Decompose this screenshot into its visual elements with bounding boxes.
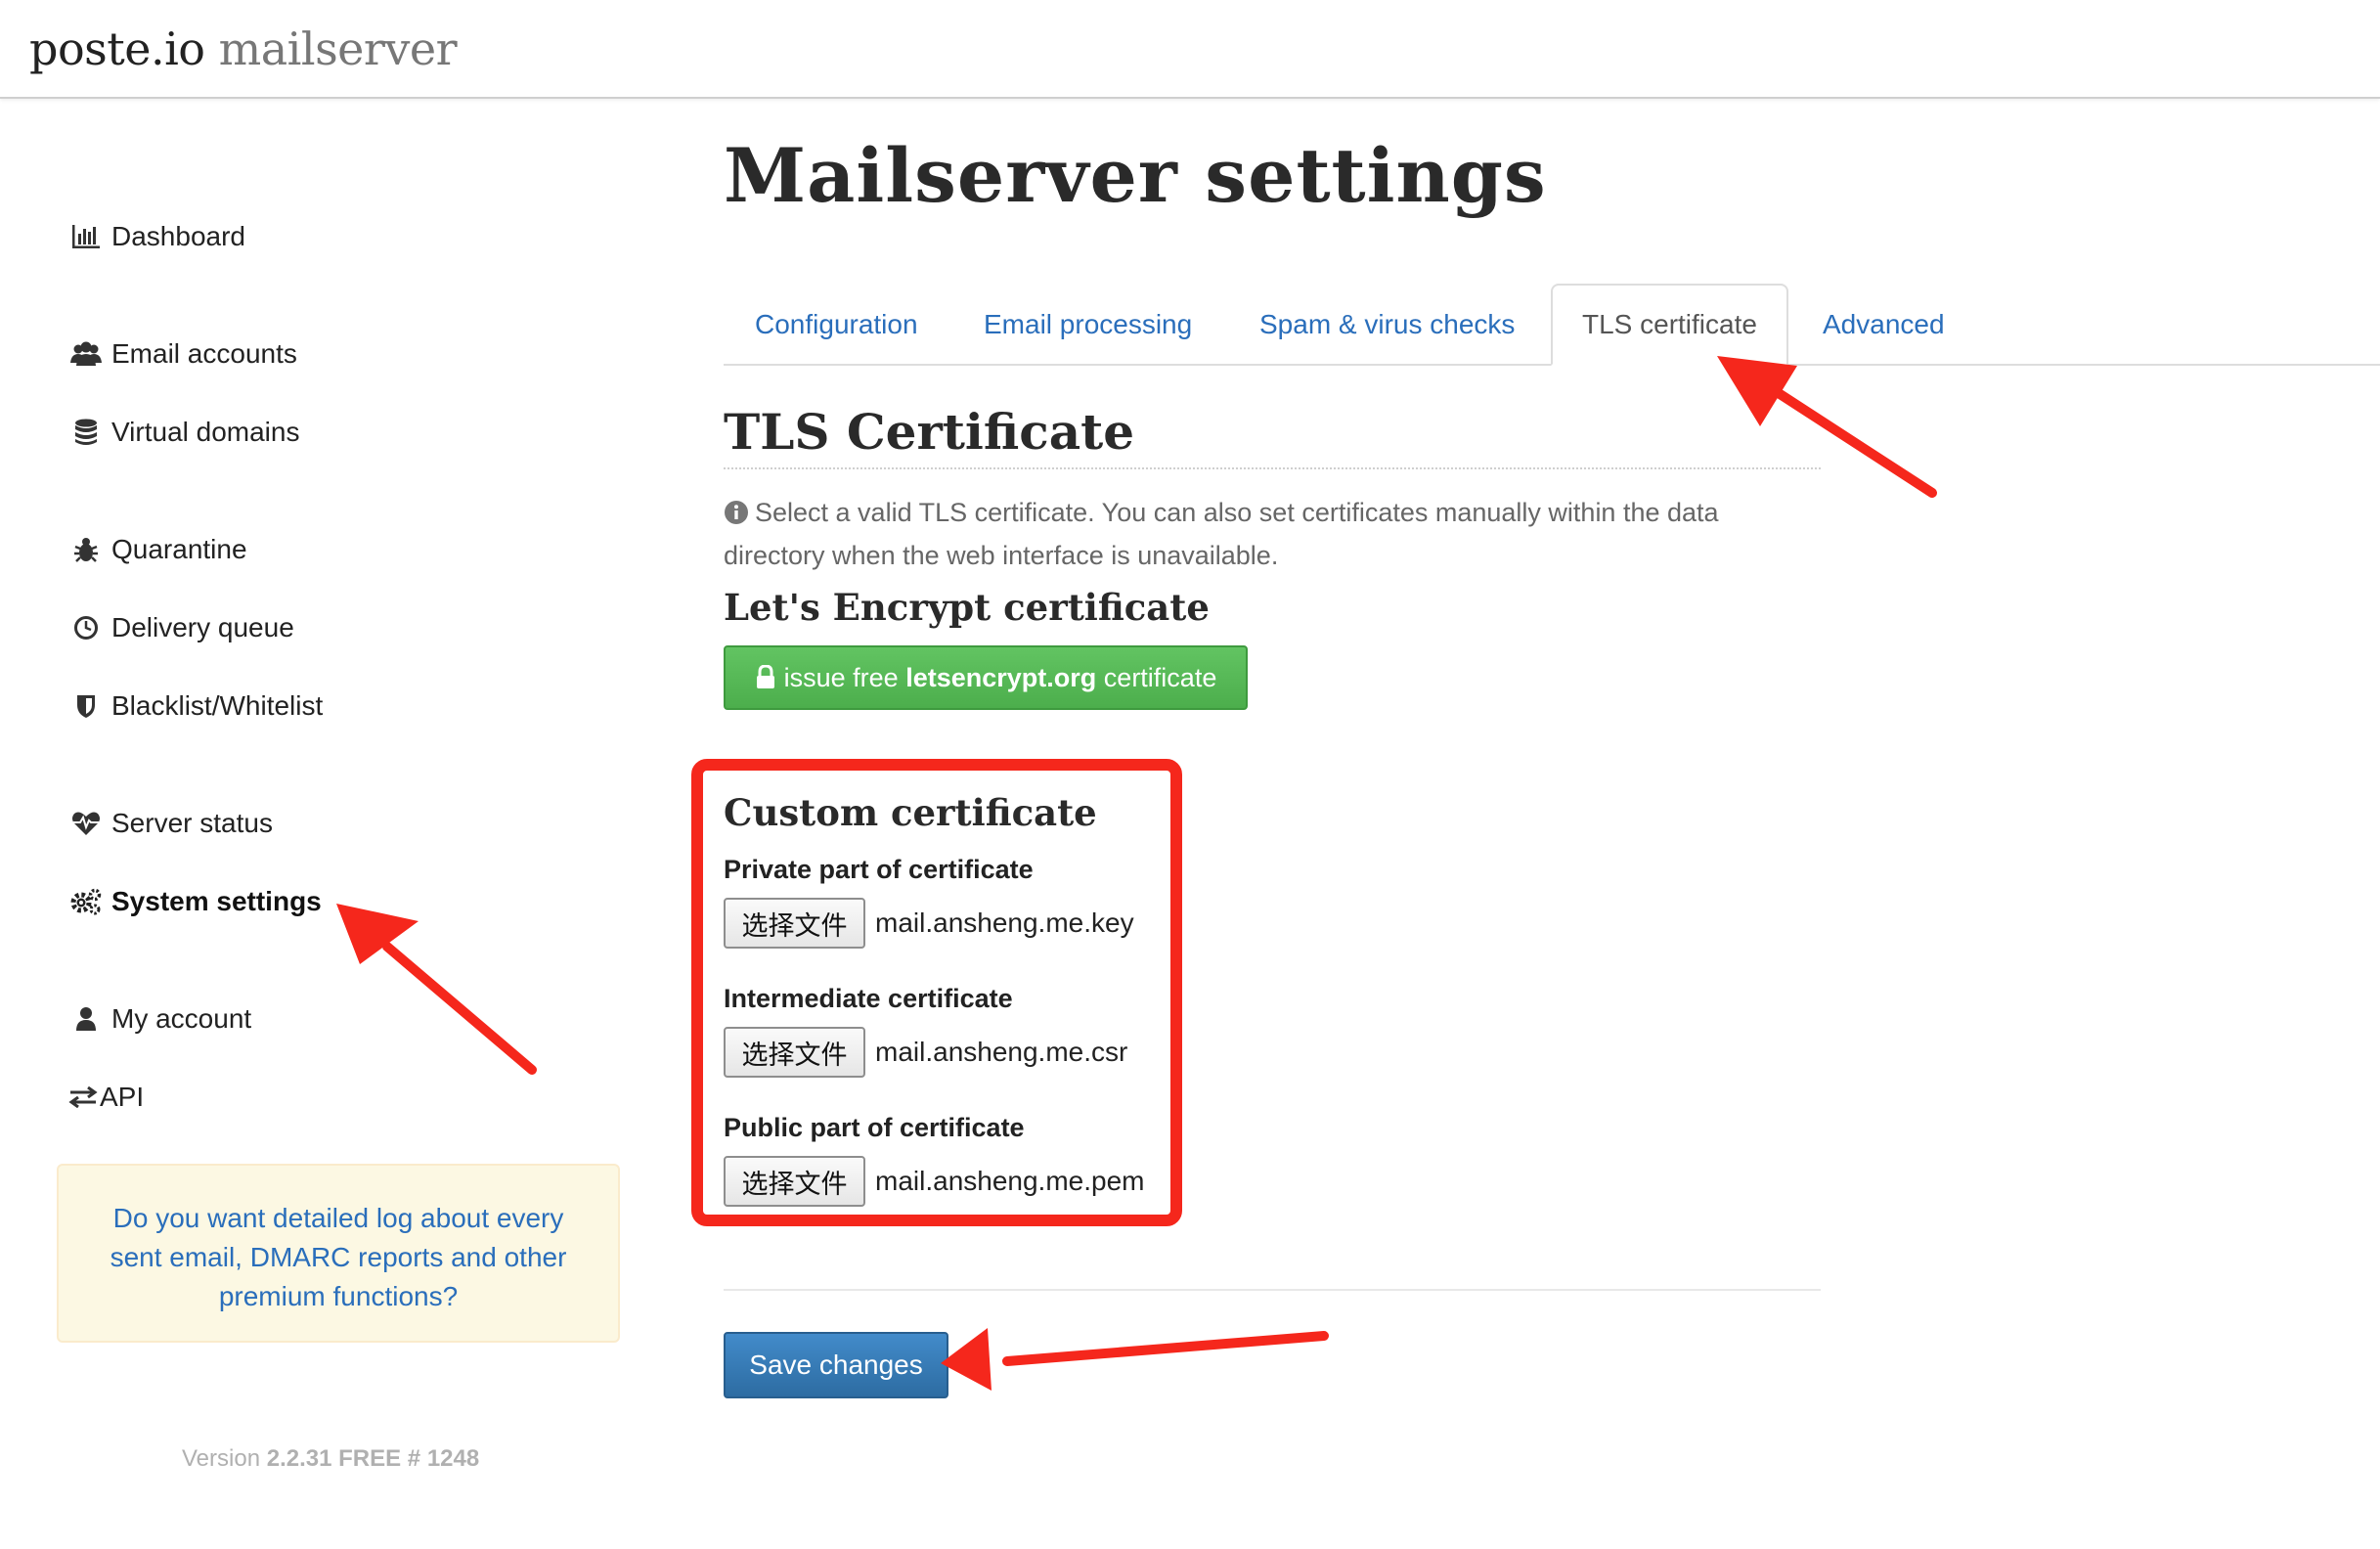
help-text: Select a valid TLS certificate. You can … [724,493,1821,575]
heartbeat-icon [68,808,104,839]
brand-name: poste.io [29,22,205,75]
version-value: 2.2.31 FREE # 1248 [266,1445,480,1472]
section-title: TLS Certificate [724,403,1135,461]
top-navbar: poste.io mailserver [0,0,2380,99]
brand-logo[interactable]: poste.io mailserver [29,22,458,76]
save-changes-button[interactable]: Save changes [724,1332,948,1398]
database-icon [68,417,104,448]
issue-button-suffix: certificate [1103,662,1217,692]
annotation-arrow-system-settings [336,904,537,1075]
users-icon [68,338,104,370]
letsencrypt-heading: Let's Encrypt certificate [724,586,1210,629]
exchange-icon [68,1082,98,1113]
sidebar-item-system-settings[interactable]: System settings [68,882,322,921]
sidebar-item-label: Quarantine [111,534,247,564]
sidebar-item-blacklist-whitelist[interactable]: Blacklist/Whitelist [68,686,323,726]
annotation-highlight-box [691,759,1182,1226]
sidebar-item-label: Delivery queue [111,612,294,642]
sidebar-item-label: Dashboard [111,221,245,251]
lock-icon [756,665,774,688]
annotation-arrow-tls-tab [1717,356,1937,498]
shield-icon [68,690,104,722]
page-title: Mailserver settings [724,132,1547,219]
info-circle-icon [724,497,749,536]
issue-button-domain: letsencrypt.org [905,662,1097,692]
sidebar-item-my-account[interactable]: My account [68,999,251,1039]
clock-icon [68,612,104,643]
bug-icon [68,534,104,565]
tab-spam-virus-checks[interactable]: Spam & virus checks [1230,284,1544,366]
help-text-content: Select a valid TLS certificate. You can … [724,498,1719,570]
sidebar-item-label: My account [111,1003,252,1034]
sidebar-item-quarantine[interactable]: Quarantine [68,530,247,569]
tab-configuration[interactable]: Configuration [726,284,948,366]
sidebar-item-virtual-domains[interactable]: Virtual domains [68,413,299,452]
sidebar-item-email-accounts[interactable]: Email accounts [68,334,297,374]
sidebar-item-api[interactable]: API [68,1078,144,1117]
sidebar-item-label: Email accounts [111,338,297,369]
sidebar-item-label: Server status [111,808,273,838]
brand-product: mailserver [218,22,458,75]
sidebar-item-delivery-queue[interactable]: Delivery queue [68,608,294,647]
user-icon [68,1003,104,1035]
tab-advanced[interactable]: Advanced [1793,284,1974,366]
form-separator [724,1289,1821,1291]
tab-email-processing[interactable]: Email processing [954,284,1221,366]
annotation-arrow-save-button [941,1328,1329,1391]
sidebar-item-server-status[interactable]: Server status [68,804,273,843]
sidebar-item-label: Virtual domains [111,417,300,447]
sidebar-item-dashboard[interactable]: Dashboard [68,217,245,256]
version-info: Version 2.2.31 FREE # 1248 [182,1445,479,1473]
gears-icon [68,886,104,917]
issue-button-prefix: issue free [783,662,899,692]
sidebar-item-label: System settings [111,886,322,916]
premium-promo-link[interactable]: Do you want detailed log about every sen… [57,1164,620,1343]
bar-chart-icon [68,221,104,252]
version-prefix: Version [182,1445,261,1472]
tab-tls-certificate[interactable]: TLS certificate [1551,284,1788,366]
sidebar-item-label: Blacklist/Whitelist [111,690,324,721]
sidebar-item-label: API [100,1082,145,1112]
issue-letsencrypt-button[interactable]: issue free letsencrypt.org certificate [724,645,1248,710]
section-divider [724,467,1821,469]
